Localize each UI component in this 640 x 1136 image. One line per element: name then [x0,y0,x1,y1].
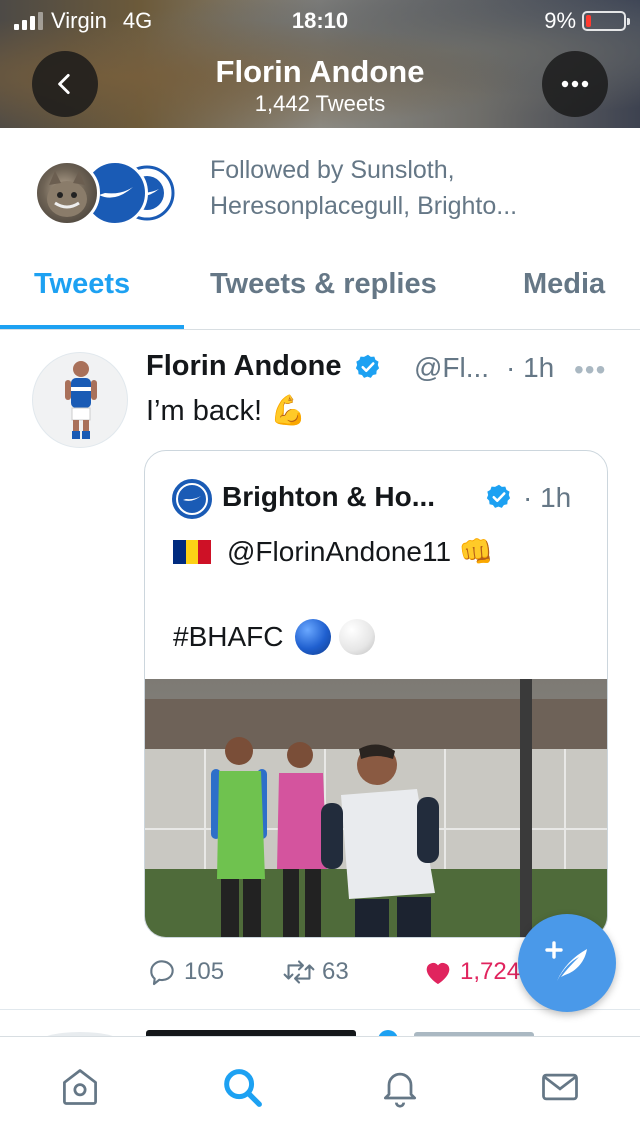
next-tweet-peek[interactable] [0,1010,640,1038]
like-count: 1,724 [460,958,521,985]
quoted-hashtag-line: #BHAFC [173,619,376,655]
follower-avatar-cat [34,160,100,226]
mail-icon [542,1073,578,1101]
nav-messages[interactable] [536,1063,584,1111]
reply-button[interactable]: 105 [146,956,224,988]
tweet-text: I’m back! 💪 [146,395,307,427]
quoted-text-line: @FlorinAndone11 👊 [173,535,494,568]
active-tab-indicator [0,325,184,329]
profile-tabs: Tweets Tweets & replies Media [0,254,640,330]
compose-feather-icon [545,941,587,981]
quoted-hashtag[interactable]: #BHAFC [173,621,283,653]
like-button[interactable]: 1,724 [422,956,520,988]
quoted-tweet-photo[interactable] [145,679,607,937]
author-name-text: Florin Andone [146,350,342,382]
battery-percent: 9% [544,8,576,33]
white-circle-icon [339,619,376,655]
bottom-navigation [0,1036,640,1136]
more-horizontal-icon [561,80,589,88]
verified-badge-icon [355,355,379,379]
compose-tweet-button[interactable] [518,914,616,1012]
retweet-count: 63 [322,958,349,985]
tweet-author-handle[interactable]: @Fl... [414,352,489,384]
nav-search[interactable] [218,1063,266,1111]
blue-circle-icon [295,619,332,655]
battery-icon [582,11,630,31]
tweet-author-name[interactable]: Florin Andone [146,350,382,383]
reply-icon [150,960,174,986]
status-bar: Virgin 4G 18:10 9% [0,0,640,40]
profile-header: Virgin 4G 18:10 9% Florin Andone 1,442 T… [0,0,640,128]
quoted-avatar [172,479,212,519]
romania-flag-icon [173,539,212,564]
quoted-timestamp: · 1h [523,482,572,513]
more-options-button[interactable] [542,51,608,117]
avatar[interactable] [32,352,128,448]
status-right: 9% [544,8,630,34]
followed-by-section[interactable]: Followed by Sunsloth, Heresonplacegull, … [0,128,640,254]
heart-filled-icon [426,962,450,984]
nav-notifications[interactable] [376,1063,424,1111]
tweet[interactable]: Florin Andone @Fl... · 1h ••• I’m back! … [0,330,640,1010]
tab-tweets-and-replies[interactable]: Tweets & replies [210,268,437,301]
retweet-button[interactable]: 63 [282,956,349,988]
tab-media[interactable]: Media [523,268,605,301]
tab-tweets[interactable]: Tweets [34,268,130,301]
bell-icon [383,1072,417,1108]
nav-home[interactable] [56,1063,104,1111]
tweet-timestamp: · 1h [506,352,555,383]
reply-count: 105 [184,958,225,985]
home-icon [63,1069,97,1105]
quoted-author-name: Brighton & Ho... [222,481,436,512]
verified-badge-icon [486,484,511,508]
quoted-mention[interactable]: @FlorinAndone11 👊 [227,535,494,568]
tweet-more-icon[interactable]: ••• [574,354,606,386]
search-icon [224,1069,262,1107]
retweet-icon [283,960,315,984]
followed-by-text: Followed by Sunsloth, Heresonplacegull, … [210,156,518,220]
quoted-tweet[interactable]: Brighton & Ho... · 1h @FlorinAndone11 👊 … [144,450,608,938]
